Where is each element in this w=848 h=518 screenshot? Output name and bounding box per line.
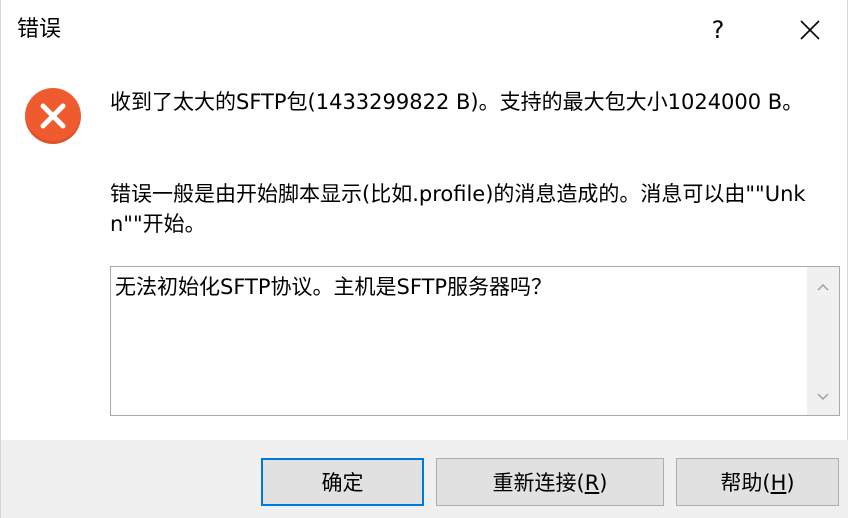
button-bar: 确定 重新连接(R) 帮助(H) <box>1 440 848 518</box>
ok-button[interactable]: 确定 <box>261 458 424 506</box>
close-icon <box>800 20 820 40</box>
details-textbox[interactable]: 无法初始化SFTP协议。主机是SFTP服务器吗？ <box>110 266 840 416</box>
help-button[interactable]: 帮助(H) <box>676 458 839 506</box>
error-icon <box>25 88 81 144</box>
help-button-label: 帮助(H) <box>720 471 795 495</box>
error-dialog: 错误 ? 收到了太大的SFTP包(1433299822 B)。支持的最大包大小1… <box>0 0 848 518</box>
scroll-down-button[interactable] <box>807 385 839 409</box>
details-text: 无法初始化SFTP协议。主机是SFTP服务器吗？ <box>115 275 553 299</box>
help-title-button[interactable]: ? <box>695 0 741 60</box>
close-button[interactable] <box>787 0 833 60</box>
error-message-primary: 收到了太大的SFTP包(1433299822 B)。支持的最大包大小102400… <box>110 90 804 114</box>
question-icon: ? <box>711 16 725 44</box>
chevron-down-icon <box>817 393 829 401</box>
title-bar: 错误 ? <box>1 0 848 60</box>
chevron-up-icon <box>817 283 829 291</box>
reconnect-button-label: 重新连接(R) <box>492 471 608 495</box>
scroll-up-button[interactable] <box>807 275 839 299</box>
details-scrollbar[interactable] <box>807 267 839 415</box>
reconnect-button[interactable]: 重新连接(R) <box>436 458 664 506</box>
ok-button-label: 确定 <box>321 471 364 495</box>
error-message-hint: 错误一般是由开始脚本显示(比如.profile)的消息造成的。消息可以由""Un… <box>110 182 806 236</box>
dialog-title: 错误 <box>17 17 62 42</box>
